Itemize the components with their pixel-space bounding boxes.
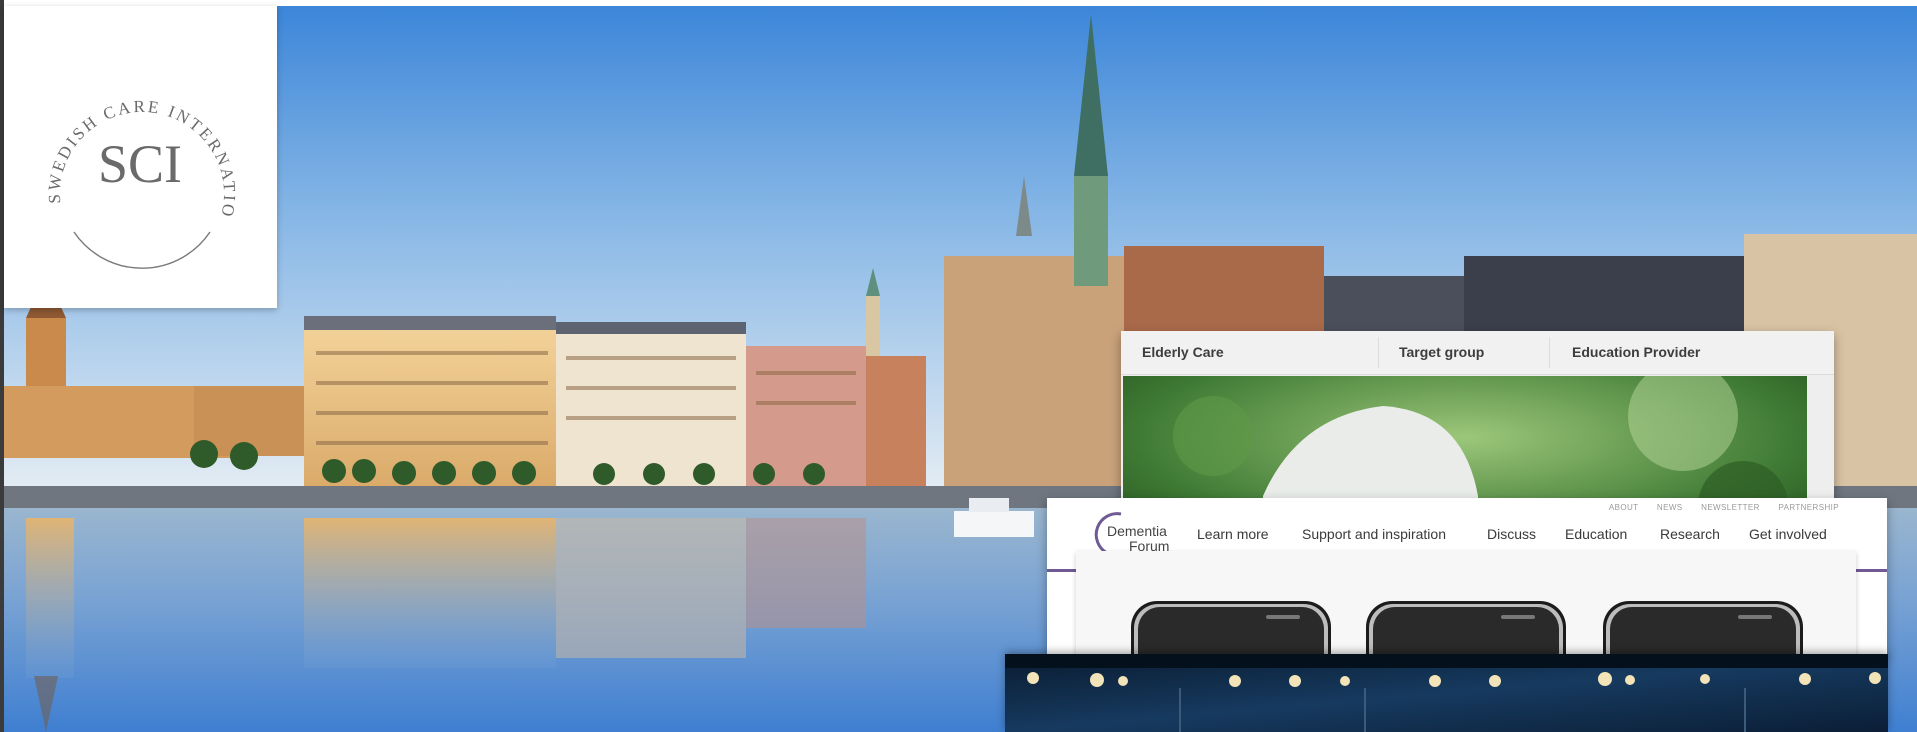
phones-image-panel	[1076, 551, 1856, 658]
nav-discuss[interactable]: Discuss	[1487, 526, 1536, 542]
smartphone-icon	[1366, 601, 1566, 658]
sci-logo[interactable]: SWEDISH CARE INTERNATIONAL SCI	[4, 6, 277, 308]
logo-monogram: SCI	[98, 134, 182, 194]
dementia-forum-card[interactable]: ABOUT NEWS NEWSLETTER PARTNERSHIP Dement…	[1047, 498, 1887, 658]
menu-target-group[interactable]: Target group	[1399, 331, 1484, 374]
stage-lights-image	[1005, 654, 1888, 732]
nav-learn-more[interactable]: Learn more	[1197, 526, 1269, 542]
nav-get-involved[interactable]: Get involved	[1749, 526, 1827, 542]
dementia-top-links: ABOUT NEWS NEWSLETTER PARTNERSHIP	[1593, 503, 1839, 512]
toplink-news[interactable]: NEWS	[1657, 503, 1683, 512]
nav-education[interactable]: Education	[1565, 526, 1627, 542]
toplink-newsletter[interactable]: NEWSLETTER	[1701, 503, 1760, 512]
toplink-partnership[interactable]: PARTNERSHIP	[1778, 503, 1839, 512]
nav-research[interactable]: Research	[1660, 526, 1720, 542]
menu-elderly-care[interactable]: Elderly Care	[1142, 331, 1224, 374]
menu-divider	[1378, 337, 1379, 368]
slideshow-stage: SWEDISH CARE INTERNATIONAL SCI Elderly C…	[0, 0, 1917, 732]
toplink-about[interactable]: ABOUT	[1609, 503, 1638, 512]
smartphone-icon	[1603, 601, 1803, 658]
brand-dementia: Dementia	[1107, 523, 1167, 539]
menu-divider	[1549, 337, 1550, 368]
elderly-care-menubar: Elderly Care Target group Education Prov…	[1121, 331, 1834, 375]
menu-education-provider[interactable]: Education Provider	[1572, 331, 1700, 374]
smartphone-icon	[1131, 601, 1331, 658]
nav-support-and-inspiration[interactable]: Support and inspiration	[1302, 526, 1446, 542]
